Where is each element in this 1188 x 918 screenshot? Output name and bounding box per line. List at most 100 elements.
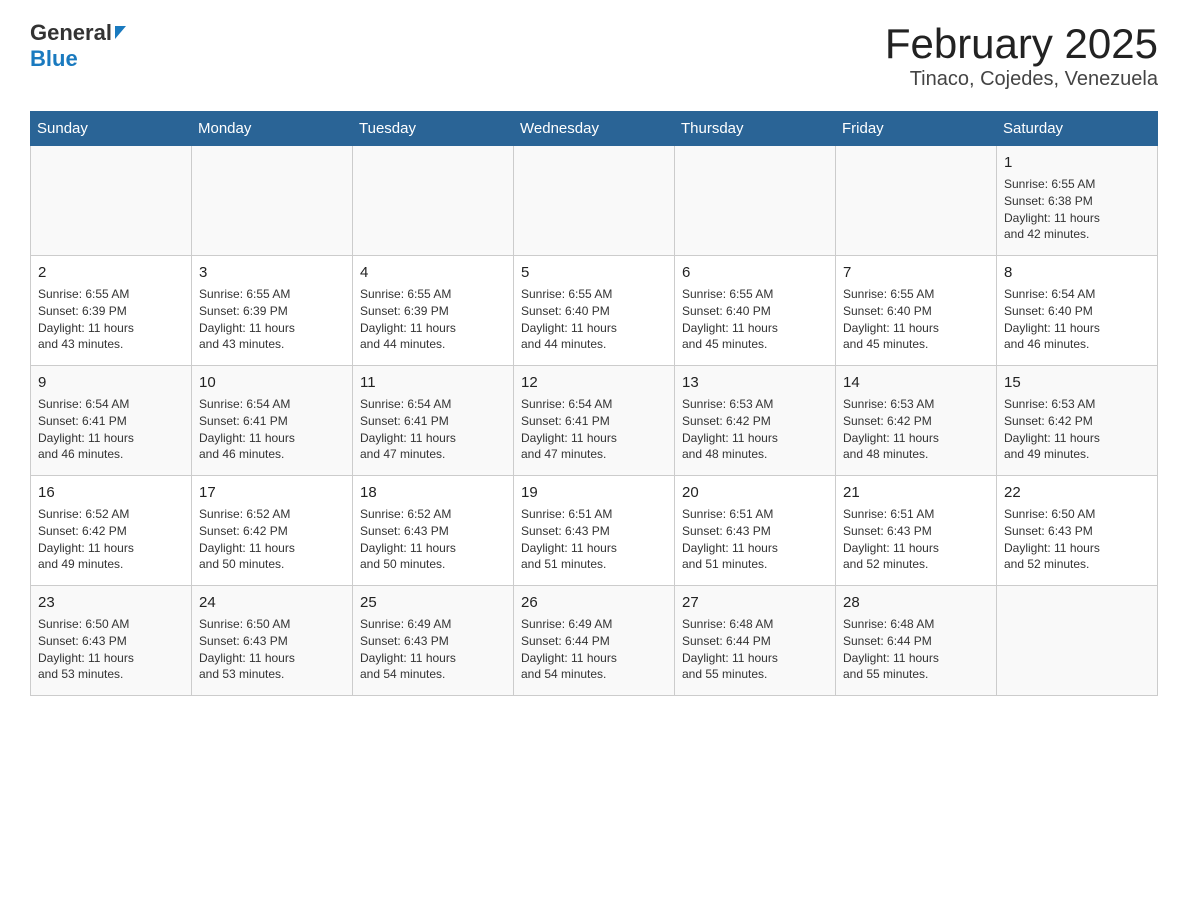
calendar-cell: 10 Sunrise: 6:54 AM Sunset: 6:41 PM Dayli… [192,366,353,476]
day-info: Sunrise: 6:49 AM Sunset: 6:43 PM Dayligh… [360,616,506,683]
calendar-week-4: 16 Sunrise: 6:52 AM Sunset: 6:42 PM Dayli… [31,476,1158,586]
day-number: 16 [38,482,184,503]
calendar-cell: 3 Sunrise: 6:55 AM Sunset: 6:39 PM Daylig… [192,256,353,366]
day-info: Sunrise: 6:53 AM Sunset: 6:42 PM Dayligh… [682,396,828,463]
day-info: Sunrise: 6:51 AM Sunset: 6:43 PM Dayligh… [843,506,989,573]
day-info: Sunrise: 6:54 AM Sunset: 6:41 PM Dayligh… [199,396,345,463]
day-number: 22 [1004,482,1150,503]
day-number: 13 [682,372,828,393]
calendar-cell: 8 Sunrise: 6:54 AM Sunset: 6:40 PM Daylig… [997,256,1158,366]
day-number: 11 [360,372,506,393]
day-info: Sunrise: 6:55 AM Sunset: 6:40 PM Dayligh… [843,286,989,353]
weekday-header-row: SundayMondayTuesdayWednesdayThursdayFrid… [31,112,1158,146]
day-number: 5 [521,262,667,283]
day-number: 4 [360,262,506,283]
logo-general-text: General [30,20,112,46]
calendar-cell: 11Sunrise: 6:54 AM Sunset: 6:41 PM Dayli… [353,366,514,476]
calendar-cell [997,586,1158,696]
day-number: 6 [682,262,828,283]
calendar-cell: 12 Sunrise: 6:54 AM Sunset: 6:41 PM Dayli… [514,366,675,476]
day-number: 10 [199,372,345,393]
calendar-cell: 25 Sunrise: 6:49 AM Sunset: 6:43 PM Dayli… [353,586,514,696]
calendar-cell: 5 Sunrise: 6:55 AM Sunset: 6:40 PM Daylig… [514,256,675,366]
day-info: Sunrise: 6:55 AM Sunset: 6:39 PM Dayligh… [199,286,345,353]
day-info: Sunrise: 6:53 AM Sunset: 6:42 PM Dayligh… [843,396,989,463]
day-number: 27 [682,592,828,613]
location-title: Tinaco, Cojedes, Venezuela [885,68,1158,91]
day-number: 1 [1004,152,1150,173]
day-info: Sunrise: 6:48 AM Sunset: 6:44 PM Dayligh… [682,616,828,683]
day-info: Sunrise: 6:55 AM Sunset: 6:40 PM Dayligh… [682,286,828,353]
day-number: 8 [1004,262,1150,283]
day-number: 14 [843,372,989,393]
day-number: 9 [38,372,184,393]
calendar-cell [514,146,675,256]
calendar-cell: 17Sunrise: 6:52 AM Sunset: 6:42 PM Dayli… [192,476,353,586]
day-info: Sunrise: 6:55 AM Sunset: 6:38 PM Dayligh… [1004,176,1150,243]
logo: General Blue [30,20,126,72]
weekday-header-tuesday: Tuesday [353,112,514,146]
day-info: Sunrise: 6:49 AM Sunset: 6:44 PM Dayligh… [521,616,667,683]
calendar-cell: 20Sunrise: 6:51 AM Sunset: 6:43 PM Dayli… [675,476,836,586]
day-info: Sunrise: 6:54 AM Sunset: 6:41 PM Dayligh… [38,396,184,463]
calendar-cell: 2Sunrise: 6:55 AM Sunset: 6:39 PM Daylig… [31,256,192,366]
day-number: 15 [1004,372,1150,393]
logo-blue-text: Blue [30,46,78,71]
day-info: Sunrise: 6:52 AM Sunset: 6:43 PM Dayligh… [360,506,506,573]
calendar-cell: 27 Sunrise: 6:48 AM Sunset: 6:44 PM Dayli… [675,586,836,696]
weekday-header-monday: Monday [192,112,353,146]
calendar-cell [675,146,836,256]
calendar-cell: 15 Sunrise: 6:53 AM Sunset: 6:42 PM Dayli… [997,366,1158,476]
calendar-cell: 24 Sunrise: 6:50 AM Sunset: 6:43 PM Dayli… [192,586,353,696]
weekday-header-saturday: Saturday [997,112,1158,146]
calendar-cell: 19 Sunrise: 6:51 AM Sunset: 6:43 PM Dayli… [514,476,675,586]
calendar-cell: 7 Sunrise: 6:55 AM Sunset: 6:40 PM Daylig… [836,256,997,366]
calendar-cell: 6 Sunrise: 6:55 AM Sunset: 6:40 PM Daylig… [675,256,836,366]
calendar-week-2: 2Sunrise: 6:55 AM Sunset: 6:39 PM Daylig… [31,256,1158,366]
calendar-cell: 13 Sunrise: 6:53 AM Sunset: 6:42 PM Dayli… [675,366,836,476]
day-info: Sunrise: 6:55 AM Sunset: 6:40 PM Dayligh… [521,286,667,353]
calendar-week-5: 23 Sunrise: 6:50 AM Sunset: 6:43 PM Dayli… [31,586,1158,696]
calendar-cell: 16 Sunrise: 6:52 AM Sunset: 6:42 PM Dayli… [31,476,192,586]
weekday-header-thursday: Thursday [675,112,836,146]
day-number: 25 [360,592,506,613]
calendar-cell: 1 Sunrise: 6:55 AM Sunset: 6:38 PM Daylig… [997,146,1158,256]
weekday-header-sunday: Sunday [31,112,192,146]
calendar-cell: 18Sunrise: 6:52 AM Sunset: 6:43 PM Dayli… [353,476,514,586]
calendar-cell: 23Sunrise: 6:50 AM Sunset: 6:43 PM Dayli… [31,586,192,696]
day-number: 7 [843,262,989,283]
month-title: February 2025 [885,20,1158,68]
title-area: February 2025 Tinaco, Cojedes, Venezuela [885,20,1158,91]
day-info: Sunrise: 6:52 AM Sunset: 6:42 PM Dayligh… [199,506,345,573]
calendar-cell: 26 Sunrise: 6:49 AM Sunset: 6:44 PM Dayli… [514,586,675,696]
day-number: 19 [521,482,667,503]
calendar-cell: 14 Sunrise: 6:53 AM Sunset: 6:42 PM Dayli… [836,366,997,476]
page-header: General Blue February 2025 Tinaco, Cojed… [30,20,1158,91]
calendar-table: SundayMondayTuesdayWednesdayThursdayFrid… [30,111,1158,696]
weekday-header-friday: Friday [836,112,997,146]
day-number: 20 [682,482,828,503]
calendar-week-1: 1 Sunrise: 6:55 AM Sunset: 6:38 PM Daylig… [31,146,1158,256]
logo-triangle-icon [115,26,126,39]
day-info: Sunrise: 6:51 AM Sunset: 6:43 PM Dayligh… [521,506,667,573]
day-info: Sunrise: 6:54 AM Sunset: 6:41 PM Dayligh… [521,396,667,463]
calendar-cell: 9 Sunrise: 6:54 AM Sunset: 6:41 PM Daylig… [31,366,192,476]
day-info: Sunrise: 6:55 AM Sunset: 6:39 PM Dayligh… [38,286,184,353]
calendar-cell: 4 Sunrise: 6:55 AM Sunset: 6:39 PM Daylig… [353,256,514,366]
day-number: 12 [521,372,667,393]
calendar-week-3: 9 Sunrise: 6:54 AM Sunset: 6:41 PM Daylig… [31,366,1158,476]
day-info: Sunrise: 6:54 AM Sunset: 6:40 PM Dayligh… [1004,286,1150,353]
calendar-cell: 28Sunrise: 6:48 AM Sunset: 6:44 PM Dayli… [836,586,997,696]
day-info: Sunrise: 6:55 AM Sunset: 6:39 PM Dayligh… [360,286,506,353]
day-info: Sunrise: 6:53 AM Sunset: 6:42 PM Dayligh… [1004,396,1150,463]
calendar-cell [31,146,192,256]
day-info: Sunrise: 6:48 AM Sunset: 6:44 PM Dayligh… [843,616,989,683]
calendar-cell: 22Sunrise: 6:50 AM Sunset: 6:43 PM Dayli… [997,476,1158,586]
day-number: 3 [199,262,345,283]
day-number: 23 [38,592,184,613]
calendar-cell: 21Sunrise: 6:51 AM Sunset: 6:43 PM Dayli… [836,476,997,586]
day-info: Sunrise: 6:50 AM Sunset: 6:43 PM Dayligh… [199,616,345,683]
day-number: 26 [521,592,667,613]
day-info: Sunrise: 6:52 AM Sunset: 6:42 PM Dayligh… [38,506,184,573]
day-number: 24 [199,592,345,613]
